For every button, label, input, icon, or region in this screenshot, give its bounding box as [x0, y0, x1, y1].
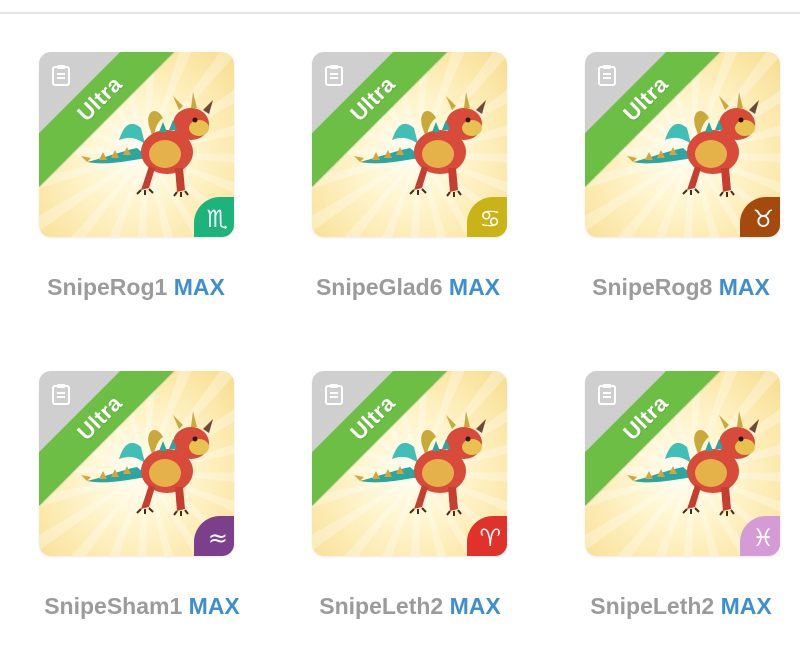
dragon-name-label: SnipeLeth2 MAX: [590, 593, 772, 619]
dragon-card-4[interactable]: Ultra ≈: [39, 371, 234, 556]
taurus-icon: ♉: [752, 205, 774, 233]
dragon-card-1[interactable]: Ultra ♏: [39, 52, 234, 237]
dragon-image: [353, 91, 487, 198]
dragon-card-3[interactable]: Ultra ♉: [585, 52, 780, 237]
dragon-image: [353, 410, 487, 517]
dragon-name-label: SnipeRog1 MAX: [47, 274, 225, 300]
top-divider: [0, 12, 800, 14]
clipboard-icon: [325, 65, 343, 86]
clipboard-icon: [598, 384, 616, 405]
dragon-image: [626, 91, 760, 198]
dragon-name-label: SnipeRog8 MAX: [592, 274, 770, 300]
dragon-name-label: SnipeLeth2 MAX: [319, 593, 501, 619]
dragon-image: [626, 410, 760, 517]
dragon-card-5[interactable]: Ultra ♈: [312, 371, 507, 556]
clipboard-icon: [52, 384, 70, 405]
aries-icon: ♈: [479, 524, 501, 552]
dragon-image: [80, 410, 214, 517]
dragon-image: [80, 91, 214, 198]
pisces-icon: ♓: [752, 524, 774, 552]
clipboard-icon: [325, 384, 343, 405]
dragon-name-label: SnipeGlad6 MAX: [315, 274, 501, 300]
dragon-card-2[interactable]: Ultra ♋: [312, 52, 507, 237]
scorpio-icon: ♏: [206, 205, 228, 233]
clipboard-icon: [52, 65, 70, 86]
dragon-card-6[interactable]: Ultra ♓: [585, 371, 780, 556]
cancer-icon: ♋: [479, 205, 501, 233]
aquarius-icon: ≈: [207, 524, 228, 552]
clipboard-icon: [598, 65, 616, 86]
dragon-name-label: SnipeSham1 MAX: [44, 593, 240, 619]
